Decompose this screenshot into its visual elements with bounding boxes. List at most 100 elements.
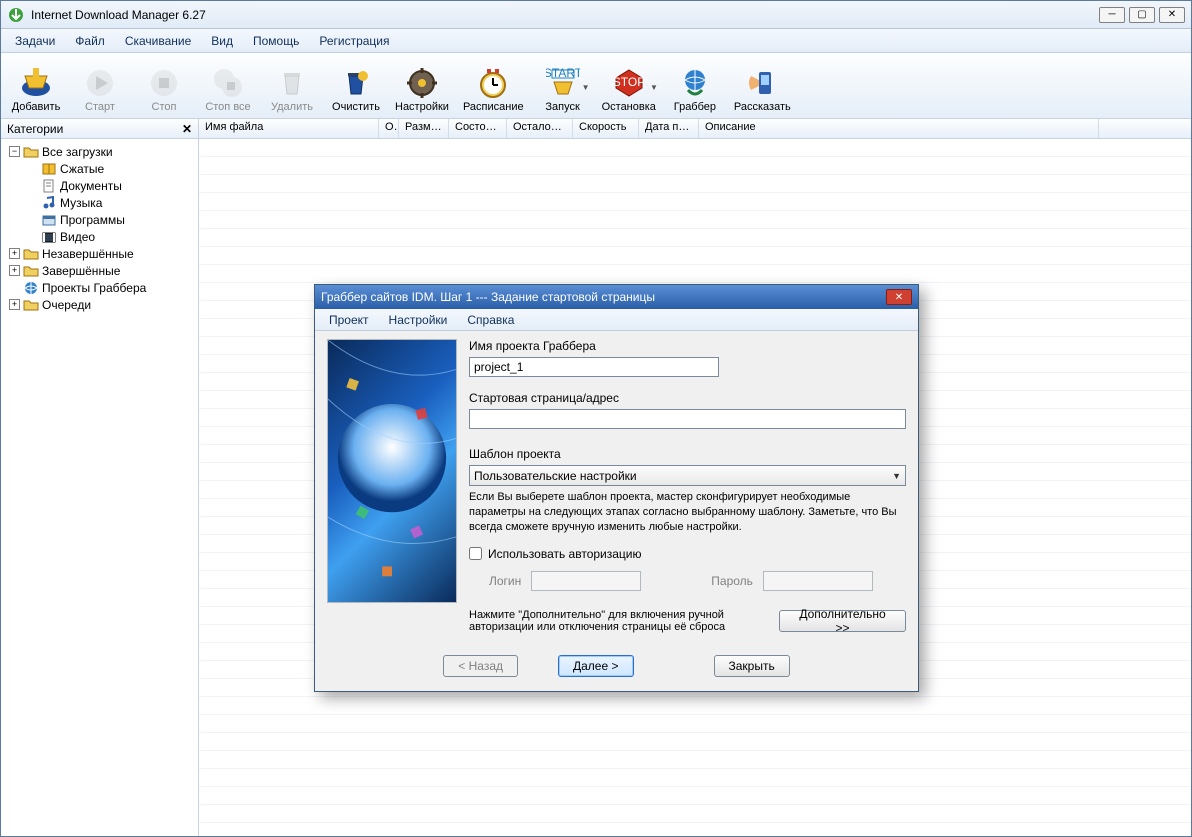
toolbar-add-button[interactable]: Добавить [7,57,65,115]
toolbar-delete-label: Удалить [271,101,313,113]
maximize-button[interactable]: ▢ [1129,7,1155,23]
collapse-icon[interactable]: − [9,146,20,157]
tree-node-queues[interactable]: +Очереди [1,296,198,313]
column-header-remain[interactable]: Осталось ... [507,119,573,138]
add-icon [19,66,53,100]
template-select-value: Пользовательские настройки [474,469,637,483]
advanced-row: Нажмите "Дополнительно" для включения ру… [469,609,906,633]
password-input [763,571,873,591]
column-header-size[interactable]: Размер [399,119,449,138]
start-page-input[interactable] [469,409,906,429]
toolbar-add-label: Добавить [12,101,61,113]
folder-icon [23,298,39,312]
tree-node-label: Сжатые [60,162,104,176]
toolbar-settings-button[interactable]: Настройки [391,57,453,115]
tell-icon [745,66,779,100]
list-row [199,769,1191,787]
auth-checkbox[interactable] [469,547,482,560]
tree-node-grabber-projects[interactable]: Проекты Граббера [1,279,198,296]
wizard-image [327,339,457,603]
tree-node-label: Программы [60,213,125,227]
menu-скачивание[interactable]: Скачивание [115,31,201,51]
programs-icon [41,213,57,227]
toolbar-start-button: Старт [71,57,129,115]
toolbar-delete-button: Удалить [263,57,321,115]
tree-node-programs[interactable]: Программы [1,211,198,228]
menu-вид[interactable]: Вид [201,31,243,51]
list-row [199,751,1191,769]
minimize-button[interactable]: ─ [1099,7,1125,23]
tree-node-label: Музыка [60,196,102,210]
stop-queue-icon: STOP [612,66,646,100]
dialog-buttons: < Назад Далее > Закрыть [315,641,918,691]
toolbar-tell-button[interactable]: Рассказать [730,57,795,115]
menu-файл[interactable]: Файл [65,31,115,51]
tree-node-unfinished[interactable]: +Незавершённые [1,245,198,262]
toolbar-grabber-label: Граббер [674,101,716,113]
dialog-menubar: ПроектНастройкиСправка [315,309,918,331]
login-input [531,571,641,591]
project-name-input[interactable] [469,357,719,377]
template-hint: Если Вы выберете шаблон проекта, мастер … [469,490,906,535]
start-page-label: Стартовая страница/адрес [469,391,906,405]
tree-node-music[interactable]: Музыка [1,194,198,211]
toolbar-start-queue-button[interactable]: STARTЗапуск▼ [534,57,592,115]
toolbar-clear-button[interactable]: Очистить [327,57,385,115]
advanced-note: Нажмите "Дополнительно" для включения ру… [469,609,769,633]
expand-icon[interactable]: + [9,265,20,276]
menu-задачи[interactable]: Задачи [5,31,65,51]
dialog-close-button[interactable]: ✕ [886,289,912,305]
tree-node-documents[interactable]: Документы [1,177,198,194]
window-title: Internet Download Manager 6.27 [31,8,1099,22]
expand-icon[interactable]: + [9,299,20,310]
menu-регистрация[interactable]: Регистрация [309,31,399,51]
list-row [199,787,1191,805]
column-header-speed[interactable]: Скорость [573,119,639,138]
sidebar-header: Категории ✕ [1,119,198,139]
start-icon [83,66,117,100]
column-header-status[interactable]: Состоя... [449,119,507,138]
next-button[interactable]: Далее > [558,655,634,677]
expand-icon[interactable]: + [9,248,20,259]
dialog-menu-проект[interactable]: Проект [319,311,379,329]
dialog-menu-настройки[interactable]: Настройки [379,311,458,329]
tree-node-video[interactable]: Видео [1,228,198,245]
close-button[interactable]: ✕ [1159,7,1185,23]
dialog-close-bottom-button[interactable]: Закрыть [714,655,790,677]
sidebar-close-icon[interactable]: ✕ [182,122,192,136]
list-header: Имя файлаОРазмерСостоя...Осталось ...Ско… [199,119,1191,139]
list-row [199,247,1191,265]
dialog-body: Имя проекта Граббера Стартовая страница/… [315,331,918,641]
toolbar-stop-queue-label: Остановка [602,101,656,113]
document-icon [41,179,57,193]
svg-text:START: START [546,66,580,80]
column-header-q[interactable]: О [379,119,399,138]
back-button[interactable]: < Назад [443,655,518,677]
dialog-titlebar: Граббер сайтов IDM. Шаг 1 --- Задание ст… [315,285,918,309]
toolbar-settings-label: Настройки [395,101,449,113]
tree-node-compressed[interactable]: Сжатые [1,160,198,177]
column-header-desc[interactable]: Описание [699,119,1099,138]
menu-помощь[interactable]: Помощь [243,31,309,51]
titlebar: Internet Download Manager 6.27 ─ ▢ ✕ [1,1,1191,29]
column-header-filename[interactable]: Имя файла [199,119,379,138]
toolbar-grabber-button[interactable]: Граббер [666,57,724,115]
template-select[interactable]: Пользовательские настройки ▼ [469,465,906,486]
tree-node-finished[interactable]: +Завершённые [1,262,198,279]
folder-icon [23,264,39,278]
toolbar-stop-queue-button[interactable]: STOPОстановка▼ [598,57,660,115]
settings-icon [405,66,439,100]
list-row [199,193,1191,211]
tree-node-all-downloads[interactable]: −Все загрузки [1,143,198,160]
toolbar-stop-label: Стоп [152,101,177,113]
grabber-wizard-dialog: Граббер сайтов IDM. Шаг 1 --- Задание ст… [314,284,919,692]
toolbar-schedule-button[interactable]: Расписание [459,57,528,115]
delete-icon [275,66,309,100]
sidebar: Категории ✕ −Все загрузки СжатыеДокументы… [1,119,199,836]
dialog-menu-справка[interactable]: Справка [457,311,524,329]
category-tree: −Все загрузки СжатыеДокументы Музыка Програ… [1,139,198,317]
auth-row: Использовать авторизацию [469,547,906,561]
password-label: Пароль [711,574,753,588]
column-header-date[interactable]: Дата по... [639,119,699,138]
advanced-button[interactable]: Дополнительно >> [779,610,906,632]
